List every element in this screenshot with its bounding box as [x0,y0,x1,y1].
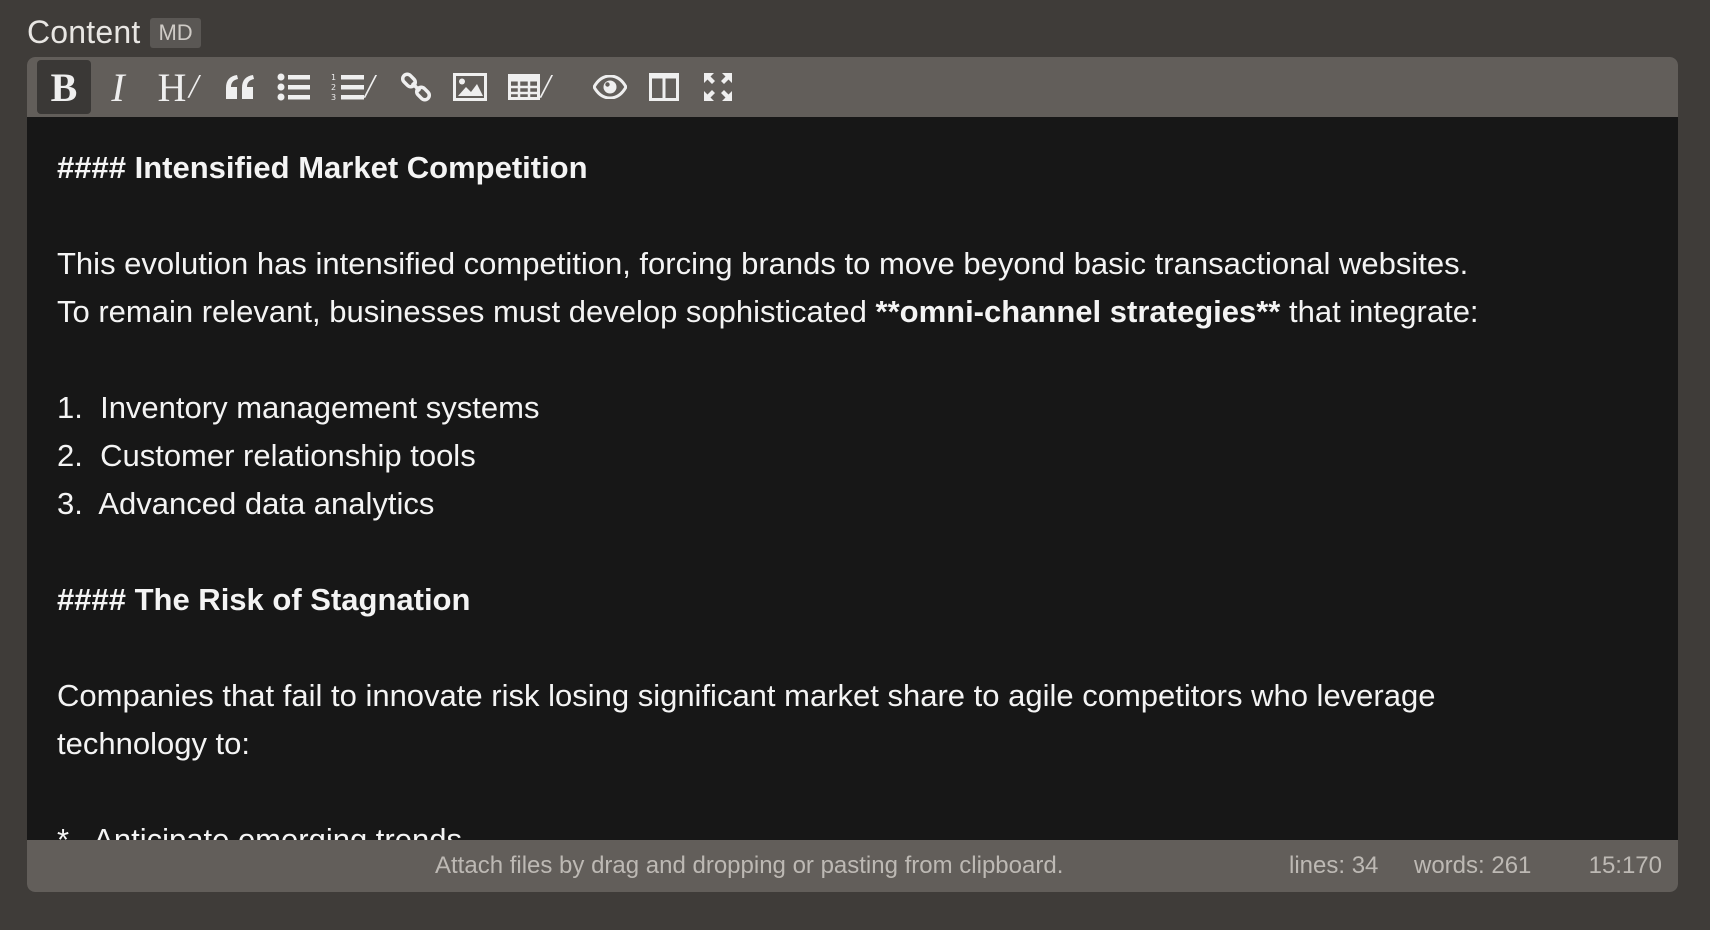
content-line: This evolution has intensified competiti… [57,246,1469,281]
italic-button[interactable]: I [91,60,145,114]
link-icon [400,72,432,102]
image-icon [453,73,487,101]
content-line: technology to: [57,726,251,761]
ordered-list-icon: 1 2 3 [331,73,364,102]
content-line: 1. Inventory management systems [57,390,540,425]
content-line [57,768,1648,816]
preview-button[interactable] [583,60,637,114]
toolbar-separator: / [189,68,199,105]
svg-text:2: 2 [331,83,336,92]
toolbar-separator: / [541,68,551,105]
bold-icon: B [50,64,78,110]
toolbar-separator: / [365,68,375,105]
content-line: 2. Customer relationship tools [57,438,476,473]
content-line [57,192,1648,240]
content-line [57,336,1648,384]
eye-icon [593,75,627,99]
editor-toolbar: B I H / 1 2 3 / / [27,57,1678,117]
content-line: 3. Advanced data analytics [57,486,435,521]
unordered-list-button[interactable] [267,60,321,114]
word-count: words: 261 [1414,852,1532,879]
fullscreen-button[interactable] [691,60,745,114]
field-label: Content [27,14,141,50]
editor-statusbar: Attach files by drag and dropping or pas… [27,840,1678,892]
content-line: #### Intensified Market Competition [57,150,588,185]
quote-button[interactable] [213,60,267,114]
columns-icon [649,73,679,101]
content-line [57,624,1648,672]
content-line [57,528,1648,576]
svg-text:3: 3 [331,93,336,102]
content-text: To remain relevant, businesses must deve… [57,294,876,329]
content-line: To remain relevant, businesses must deve… [57,288,1648,336]
content-bold-text: **omni-channel strategies** [875,294,1281,329]
svg-text:1: 1 [331,73,336,82]
content-text: that integrate: [1280,294,1479,329]
field-label-row: Content MD [27,14,201,51]
content-line: Companies that fail to innovate risk los… [57,678,1436,713]
heading-icon: H [157,64,187,110]
quote-icon [226,75,254,99]
content-line: * Anticipate emerging trends [57,822,462,840]
markdown-badge: MD [150,17,201,48]
fullscreen-icon [704,73,732,101]
attach-files-hint: Attach files by drag and dropping or pas… [435,852,1064,879]
table-icon [508,74,540,100]
line-count: lines: 34 [1289,852,1379,879]
markdown-editor: B I H / 1 2 3 / / #### Intensified Marke… [27,57,1678,892]
cursor-position: 15:170 [1588,852,1662,879]
image-button[interactable] [443,60,497,114]
link-button[interactable] [389,60,443,114]
content-line: #### The Risk of Stagnation [57,582,471,617]
bold-button[interactable]: B [37,60,91,114]
editor-textarea[interactable]: #### Intensified Market Competition This… [27,117,1678,840]
italic-icon: I [111,64,125,110]
unordered-list-icon [277,73,310,101]
side-by-side-button[interactable] [637,60,691,114]
